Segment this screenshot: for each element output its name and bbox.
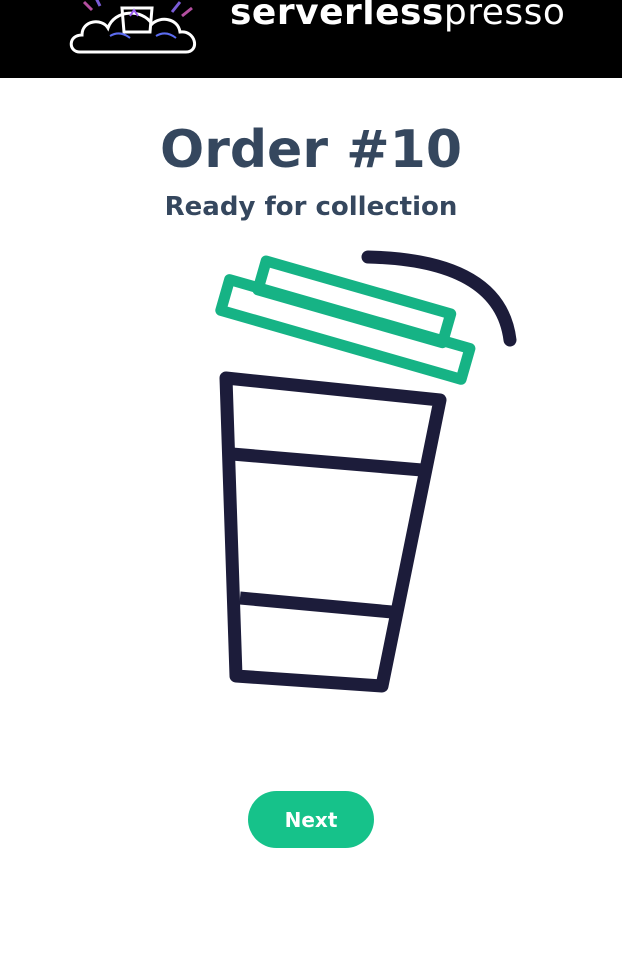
app-header: serverlesspresso (0, 0, 622, 78)
order-ready-screen: serverlesspresso Order #10 Ready for col… (0, 0, 622, 954)
brand-bold-text: serverless (230, 0, 444, 33)
brand-light-text: presso (443, 0, 566, 33)
brand-wordmark: serverlesspresso (230, 0, 565, 38)
coffee-cup-icon (215, 250, 517, 693)
order-status: Ready for collection (164, 192, 458, 222)
next-button[interactable]: Next (248, 791, 374, 848)
order-title: Order #10 (159, 120, 463, 180)
serverlesspresso-logo-icon (69, 0, 196, 54)
